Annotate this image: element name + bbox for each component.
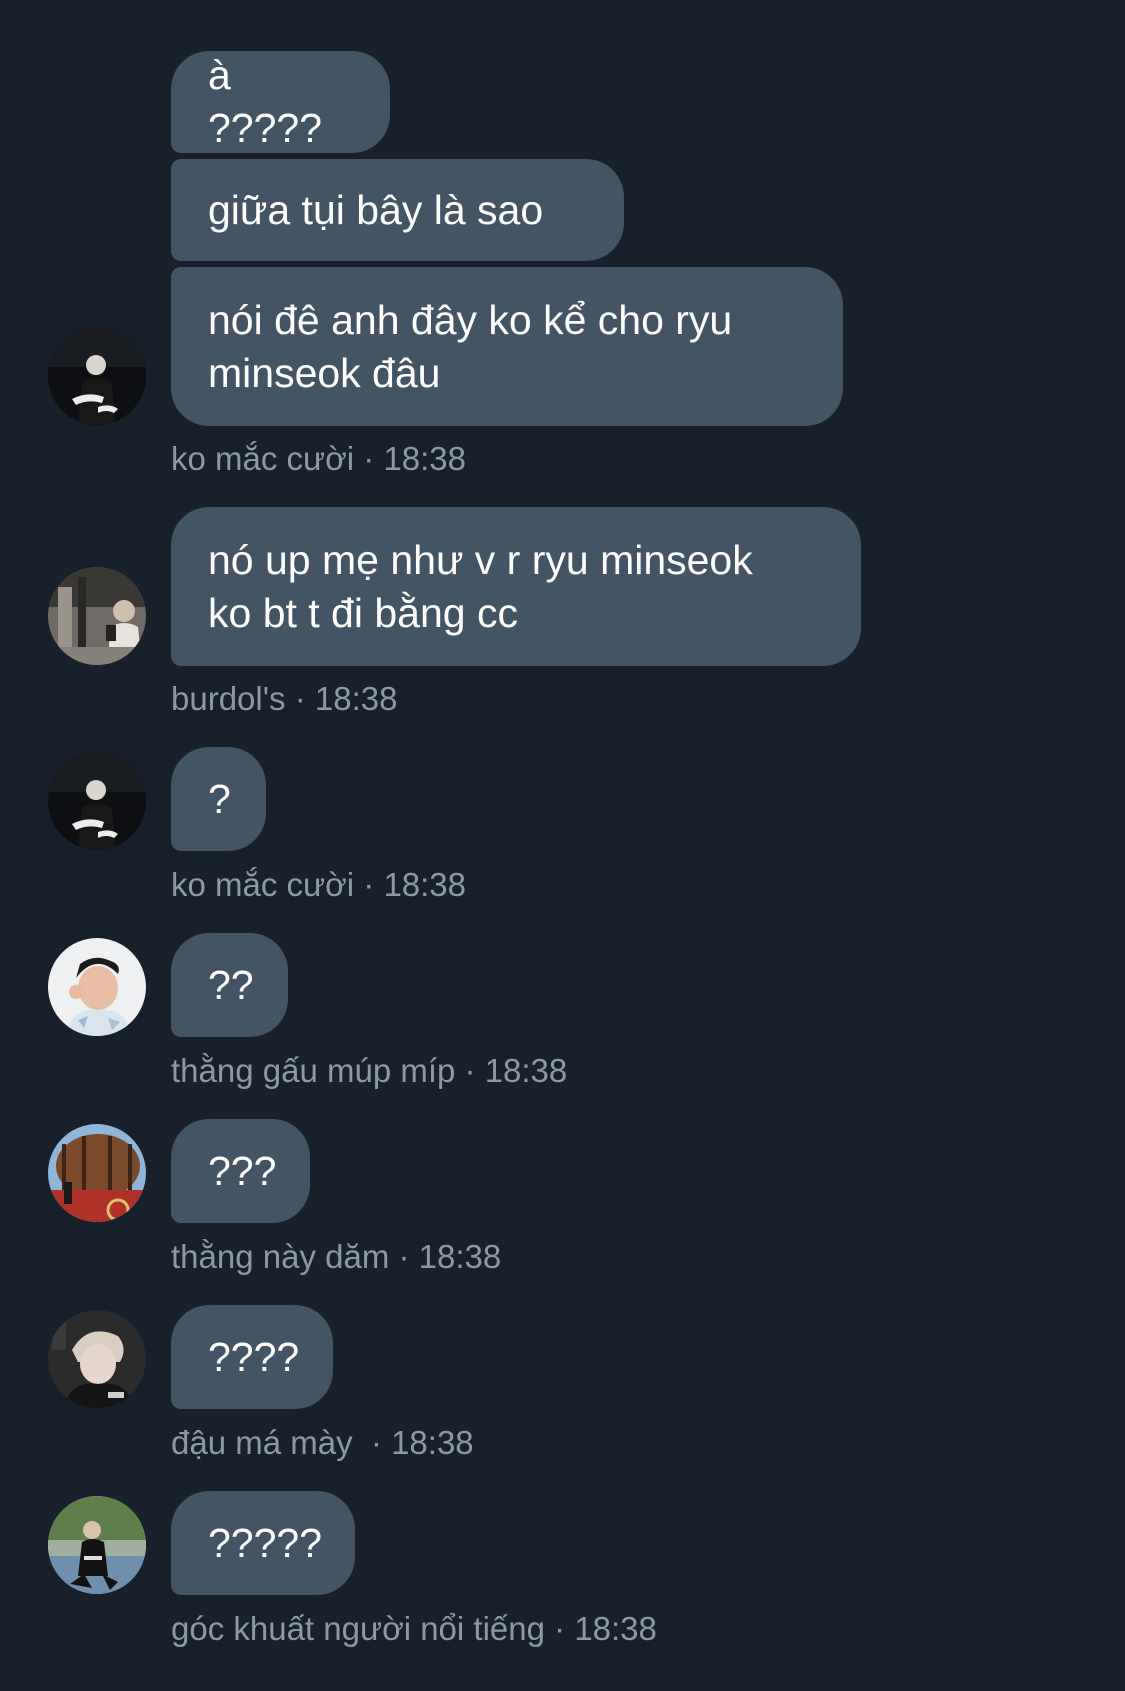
sender-name[interactable]: góc khuất người nổi tiếng [171,1610,545,1647]
message-meta: ko mắc cười · 18:38 [171,865,466,905]
message-bubble[interactable]: ???? [171,1305,333,1409]
avatar-ko-mac-cuoi[interactable] [48,752,146,850]
message-bubble[interactable]: nó up mẹ như v r ryu minseok ko bt t đi … [171,507,861,666]
meta-separator: · [285,680,315,717]
timestamp: 18:38 [391,1424,474,1461]
chat-thread: à ????? giữa tụi bây là sao nói đê anh đ… [0,0,1125,1691]
timestamp: 18:38 [383,866,467,903]
message-bubble[interactable]: ? [171,747,266,851]
message-bubble[interactable]: giữa tụi bây là sao [171,159,624,261]
timestamp: 18:38 [383,440,467,477]
meta-separator: · [389,1238,419,1275]
meta-separator: · [455,1052,485,1089]
sender-name[interactable]: thằng này dăm [171,1238,389,1275]
timestamp: 18:38 [314,680,398,717]
message-meta: ko mắc cười · 18:38 [171,439,466,479]
sender-name[interactable]: ko mắc cười [171,866,354,903]
timestamp: 18:38 [418,1238,502,1275]
sender-name[interactable]: ko mắc cười [171,440,354,477]
message-bubble[interactable]: nói đê anh đây ko kể cho ryu minseok đâu [171,267,843,426]
message-meta: thằng gấu múp míp · 18:38 [171,1051,567,1091]
avatar-ko-mac-cuoi[interactable] [48,327,146,425]
meta-separator: · [354,866,384,903]
avatar-goc-khuat-nguoi-noi-tieng[interactable] [48,1496,146,1594]
sender-name[interactable]: thằng gấu múp míp [171,1052,455,1089]
sender-name[interactable]: đậu má mày [171,1424,362,1461]
message-bubble[interactable]: ????? [171,1491,355,1595]
meta-separator: · [361,1424,392,1461]
meta-separator: · [544,1610,575,1647]
sender-name[interactable]: burdol's [171,680,286,717]
message-bubble[interactable]: ??? [171,1119,310,1223]
avatar-thang-gau-mup-mip[interactable] [48,938,146,1036]
message-meta: đậu má mày · 18:38 [171,1423,474,1463]
message-meta: thằng này dăm · 18:38 [171,1237,501,1277]
meta-separator: · [354,440,384,477]
avatar-thang-nay-dam[interactable] [48,1124,146,1222]
message-meta: burdol's · 18:38 [171,679,397,719]
timestamp: 18:38 [484,1052,568,1089]
message-meta: góc khuất người nổi tiếng · 18:38 [171,1609,657,1649]
message-bubble[interactable]: à ????? [171,51,390,153]
avatar-dau-ma-may[interactable] [48,1310,146,1408]
timestamp: 18:38 [574,1610,657,1647]
avatar-burdols[interactable] [48,567,146,665]
message-bubble[interactable]: ?? [171,933,288,1037]
